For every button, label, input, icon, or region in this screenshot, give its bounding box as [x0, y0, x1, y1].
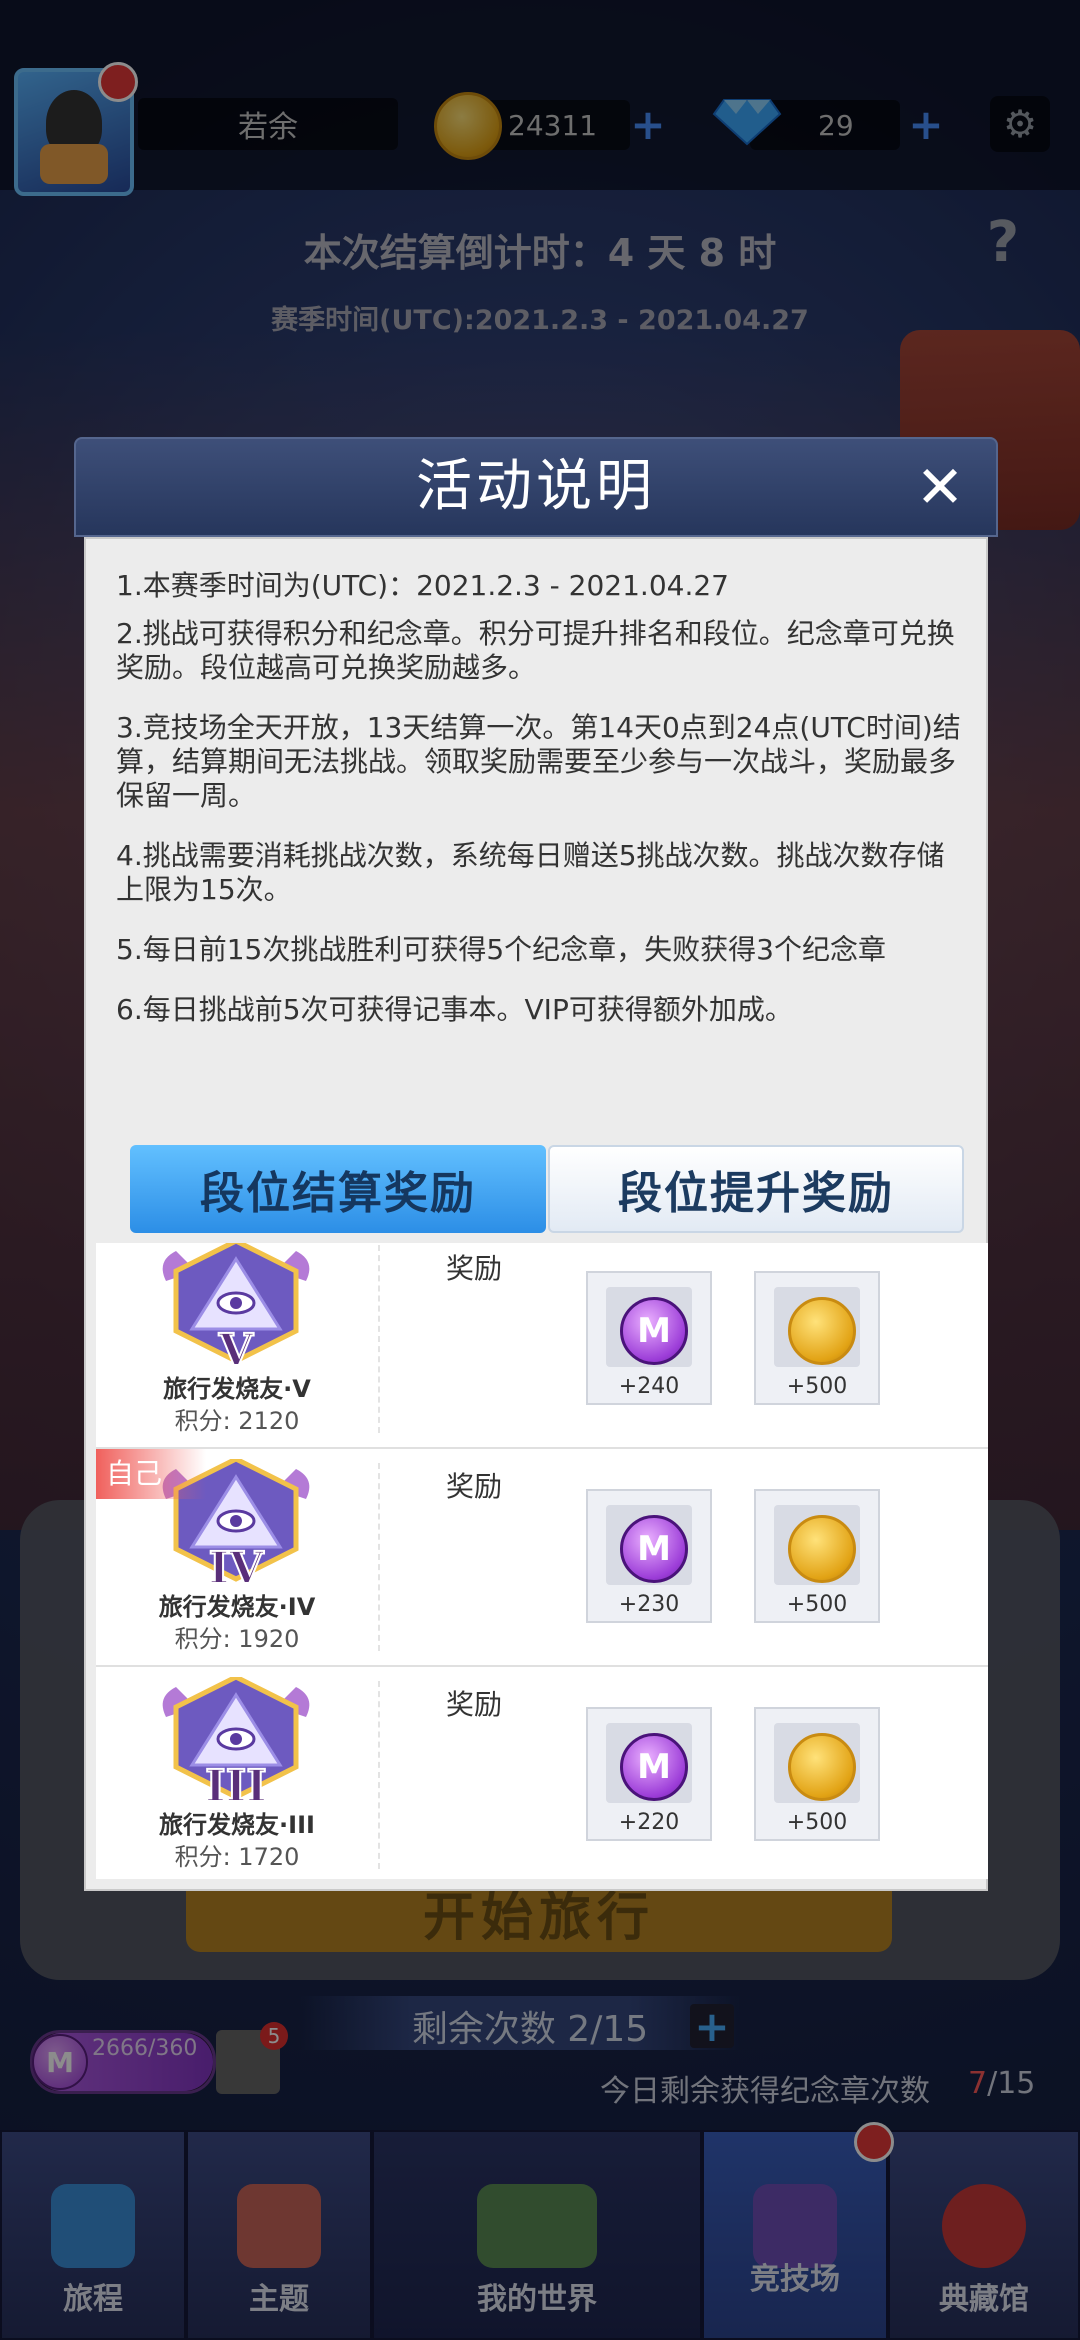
row-divider — [378, 1245, 380, 1433]
item-icon-frame: M — [606, 1723, 692, 1803]
reward-tabs: 段位结算奖励 段位提升奖励 — [130, 1145, 964, 1233]
modal-title: 活动说明 — [416, 454, 656, 519]
reward-row: IV 旅行发烧友·IV 积分: 1920 奖励 M +230 +500 自己 — [96, 1449, 988, 1669]
rank-name: 旅行发烧友·IV — [158, 1593, 316, 1621]
close-icon[interactable]: ✕ — [912, 458, 968, 516]
reward-row: V 旅行发烧友·V 积分: 2120 奖励 M +240 +500 — [96, 1243, 988, 1451]
rule-4: 4.挑战需要消耗挑战次数，系统每日赠送5挑战次数。挑战次数存储上限为15次。 — [116, 839, 945, 906]
row-divider — [378, 1463, 380, 1651]
medal-icon: M — [620, 1297, 688, 1365]
medal-icon: M — [620, 1515, 688, 1583]
rank-score: 积分: 1720 — [174, 1843, 300, 1871]
rank-badge-icon: III — [162, 1677, 310, 1807]
coin-reward-item[interactable]: +500 — [754, 1707, 880, 1841]
rank-name: 旅行发烧友·III — [159, 1811, 315, 1839]
reward-list[interactable]: V 旅行发烧友·V 积分: 2120 奖励 M +240 +500 IV 旅行发烧友·IV 积分:… — [96, 1243, 988, 1879]
item-icon-frame — [774, 1287, 860, 1367]
rule-3: 3.竞技场全天开放，13天结算一次。第14天0点到24点(UTC时间)结算，结算… — [116, 711, 961, 812]
rule-6: 6.每日挑战前5次可获得记事本。VIP可获得额外加成。 — [116, 993, 793, 1026]
rank-badge-icon: V — [162, 1243, 310, 1371]
tab-promotion-rewards[interactable]: 段位提升奖励 — [548, 1145, 964, 1233]
reward-label: 奖励 — [446, 1252, 503, 1285]
item-value: +220 — [618, 1810, 680, 1835]
rules-list: 1.本赛季时间为(UTC)：2021.2.3 - 2021.04.27 2.挑战… — [116, 569, 966, 1053]
reward-label: 奖励 — [446, 1688, 503, 1721]
modal-body: 1.本赛季时间为(UTC)：2021.2.3 - 2021.04.27 2.挑战… — [84, 537, 988, 1891]
coin-icon — [788, 1297, 856, 1365]
coin-reward-item[interactable]: +500 — [754, 1489, 880, 1623]
coin-icon — [788, 1515, 856, 1583]
rank-numeral: V — [218, 1325, 254, 1371]
reward-label: 奖励 — [446, 1470, 503, 1503]
rank-score: 积分: 1920 — [174, 1625, 300, 1653]
reward-row: III 旅行发烧友·III 积分: 1720 奖励 M +220 +500 — [96, 1667, 988, 1879]
rank-numeral: IV — [209, 1543, 265, 1589]
medal-reward-item[interactable]: M +220 — [586, 1707, 712, 1841]
rule-1: 1.本赛季时间为(UTC)：2021.2.3 - 2021.04.27 — [116, 569, 729, 602]
item-icon-frame: M — [606, 1505, 692, 1585]
tab-settlement-rewards[interactable]: 段位结算奖励 — [130, 1145, 546, 1233]
coin-reward-item[interactable]: +500 — [754, 1271, 880, 1405]
rule-5: 5.每日前15次挑战胜利可获得5个纪念章，失败获得3个纪念章 — [116, 933, 886, 966]
rule-2: 2.挑战可获得积分和纪念章。积分可提升排名和段位。纪念章可兑换奖励。段位越高可兑… — [116, 617, 955, 684]
rank-name: 旅行发烧友·V — [163, 1375, 311, 1403]
item-value: +500 — [786, 1810, 848, 1835]
item-icon-frame: M — [606, 1287, 692, 1367]
row-divider — [378, 1681, 380, 1869]
item-value: +240 — [618, 1374, 680, 1399]
item-value: +500 — [786, 1592, 848, 1617]
item-icon-frame — [774, 1505, 860, 1585]
coin-icon — [788, 1733, 856, 1801]
medal-reward-item[interactable]: M +230 — [586, 1489, 712, 1623]
activity-info-modal: 活动说明 ✕ 1.本赛季时间为(UTC)：2021.2.3 - 2021.04.… — [74, 437, 998, 1901]
item-value: +500 — [786, 1374, 848, 1399]
self-tag: 自己 — [96, 1449, 206, 1499]
rank-numeral: III — [205, 1761, 267, 1807]
item-icon-frame — [774, 1723, 860, 1803]
item-value: +230 — [618, 1592, 680, 1617]
medal-reward-item[interactable]: M +240 — [586, 1271, 712, 1405]
rank-score: 积分: 2120 — [174, 1407, 300, 1435]
medal-icon: M — [620, 1733, 688, 1801]
